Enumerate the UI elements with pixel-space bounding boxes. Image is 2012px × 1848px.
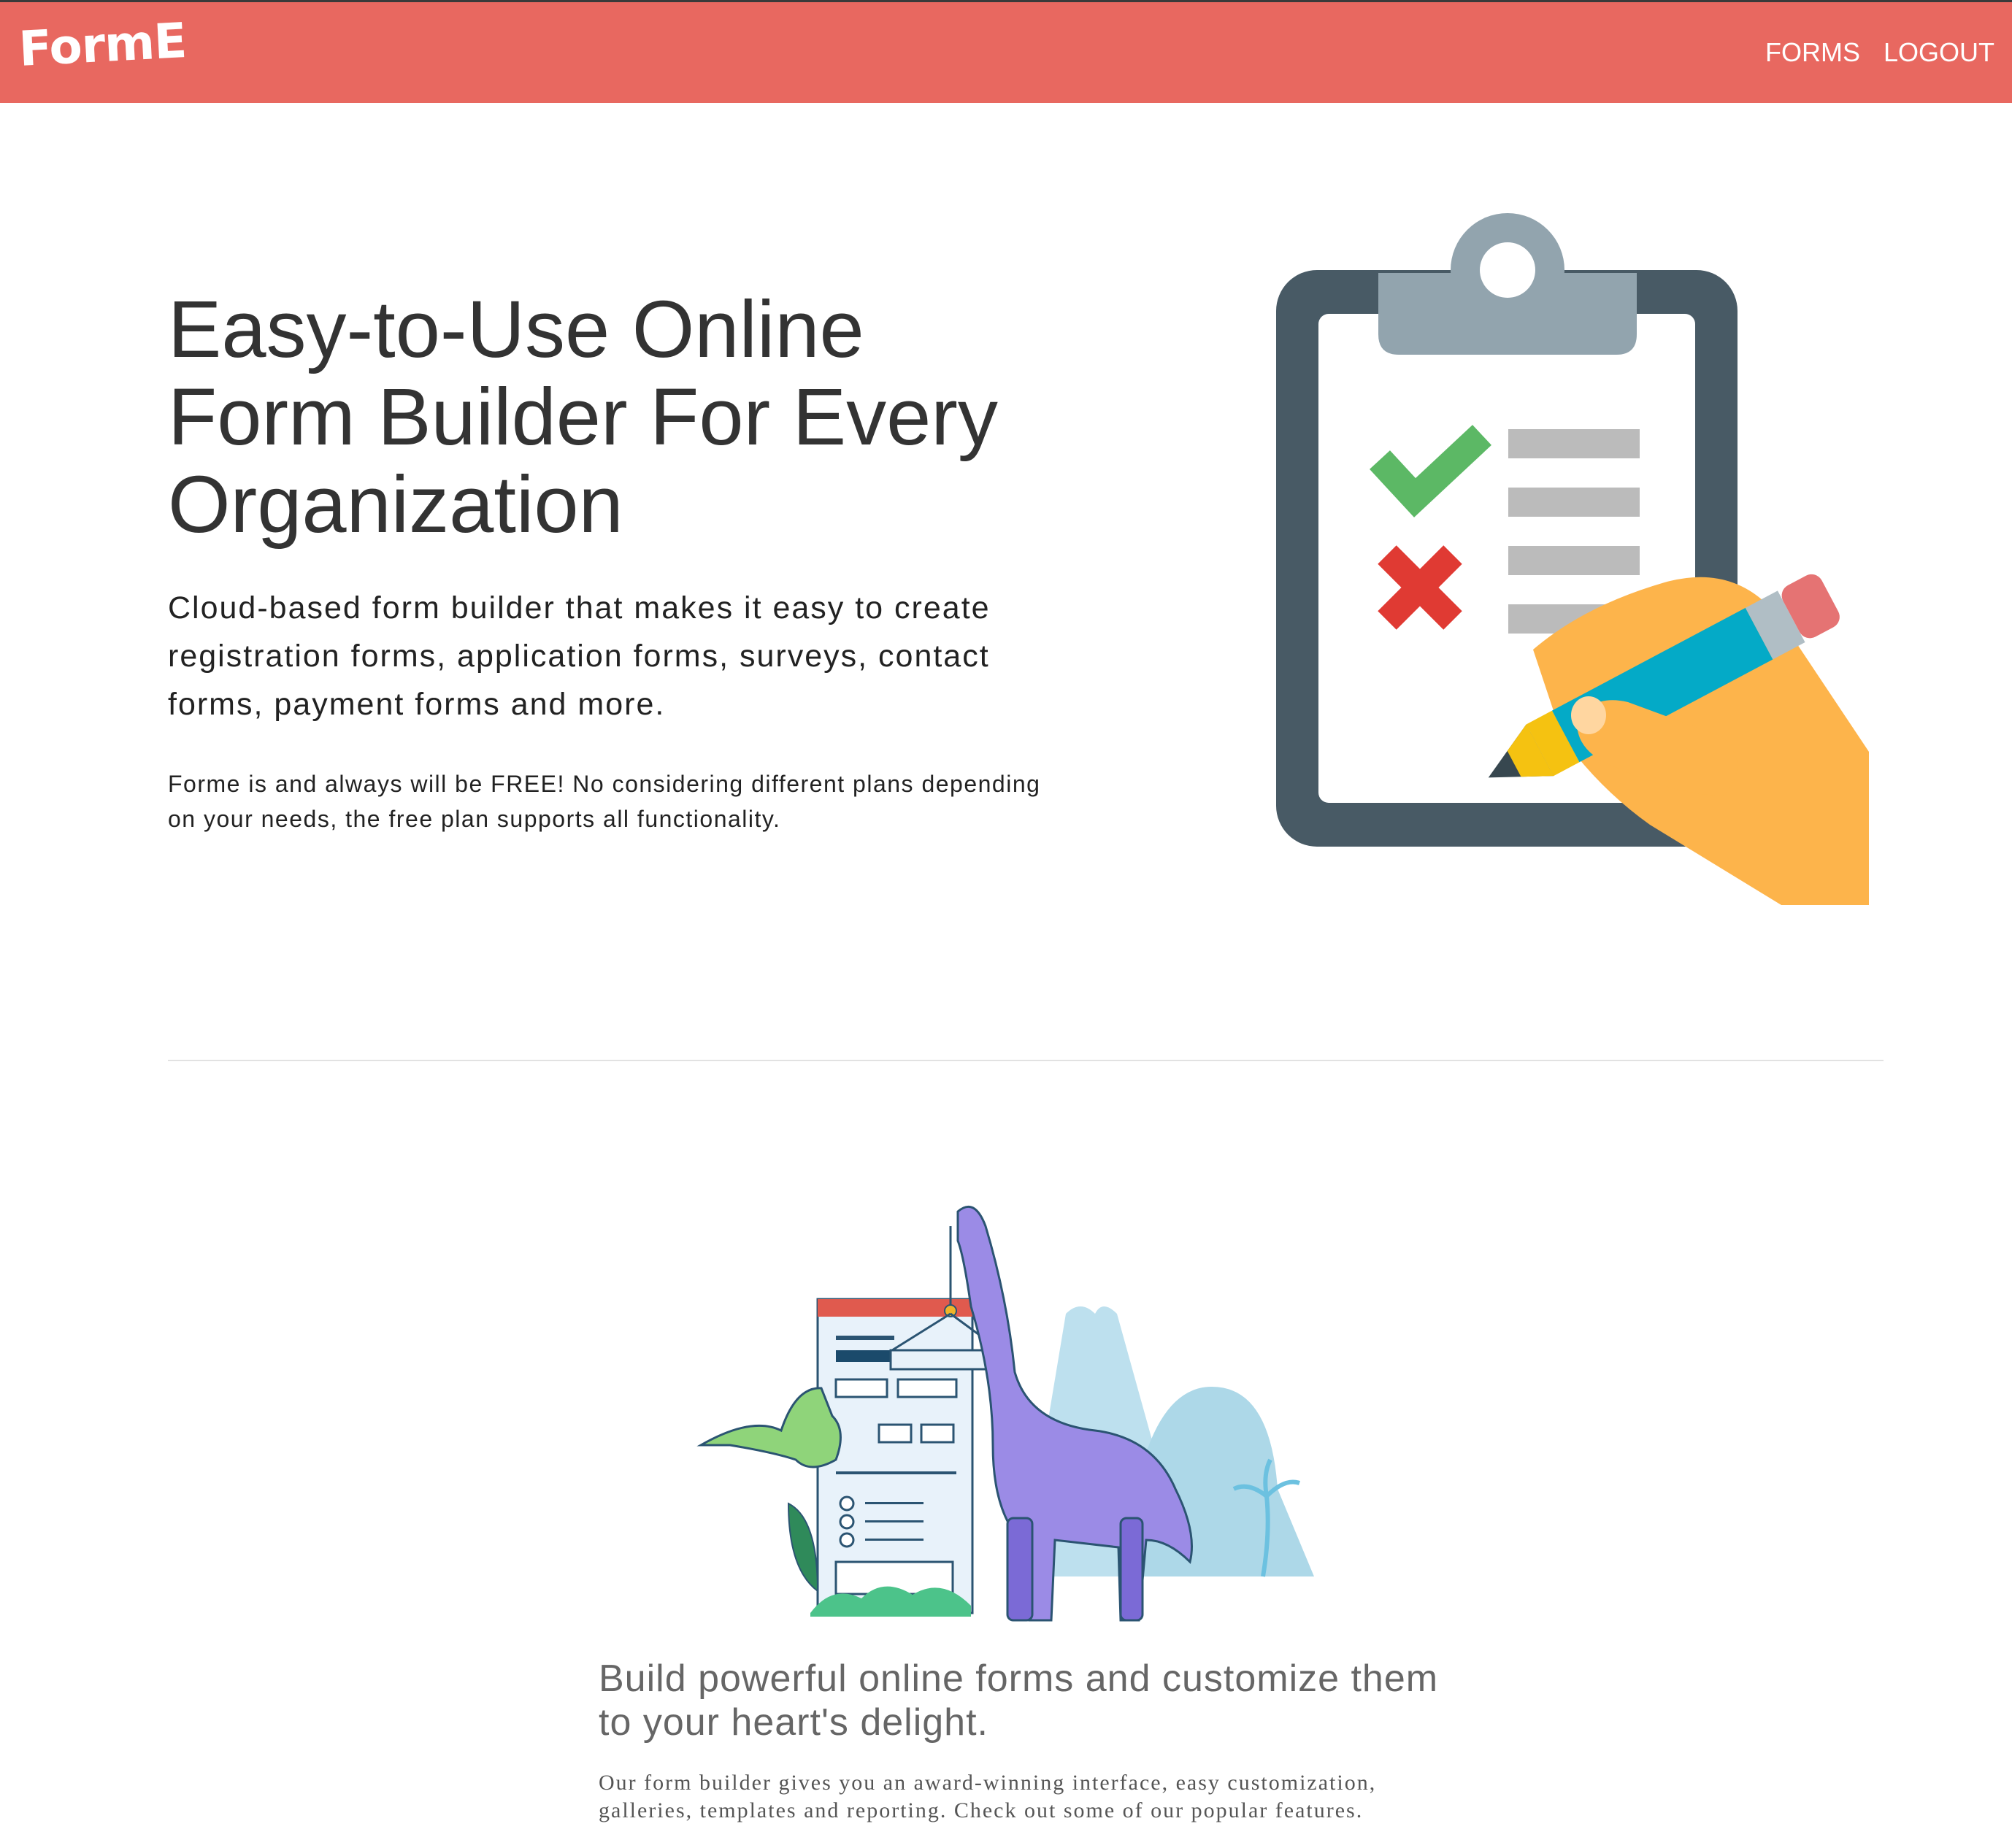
form-box <box>896 1378 958 1398</box>
form-line <box>836 1336 894 1340</box>
leaf <box>787 1502 819 1593</box>
form-box <box>878 1423 913 1444</box>
features-heading: Build powerful online forms and customiz… <box>599 1658 1439 1744</box>
brand-logo[interactable]: FormE <box>18 12 188 77</box>
dino-illustration <box>696 1205 1314 1622</box>
form-line <box>836 1471 956 1474</box>
checklist-line <box>1508 488 1640 517</box>
section-divider <box>168 1060 1884 1061</box>
checklist-line <box>1508 429 1640 458</box>
form-box <box>920 1423 955 1444</box>
clipboard-illustration <box>1276 213 1869 905</box>
form-line <box>865 1539 924 1541</box>
navbar: FormE FORMS LOGOUT <box>0 0 2012 103</box>
clipboard-clip-hole <box>1480 242 1535 298</box>
features-text: Our form builder gives you an award-winn… <box>599 1771 1377 1822</box>
hero-title: Easy-to-Use Online Form Builder For Ever… <box>168 285 998 550</box>
form-box <box>834 1378 888 1398</box>
form-line <box>865 1520 924 1522</box>
hero-lead: Cloud-based form builder that makes it e… <box>168 590 991 722</box>
hero-note: Forme is and always will be FREE! No con… <box>168 771 1041 832</box>
dinosaur-leg <box>1006 1517 1034 1622</box>
nav-link-logout[interactable]: LOGOUT <box>1884 37 1994 68</box>
form-line <box>865 1502 924 1504</box>
thumbnail <box>1571 696 1606 734</box>
form-radio-group <box>839 1495 855 1548</box>
dinosaur-leg <box>1119 1517 1144 1622</box>
nav-link-forms[interactable]: FORMS <box>1765 37 1860 68</box>
pterodactyl <box>696 1387 842 1468</box>
checklist-line <box>1508 546 1640 575</box>
